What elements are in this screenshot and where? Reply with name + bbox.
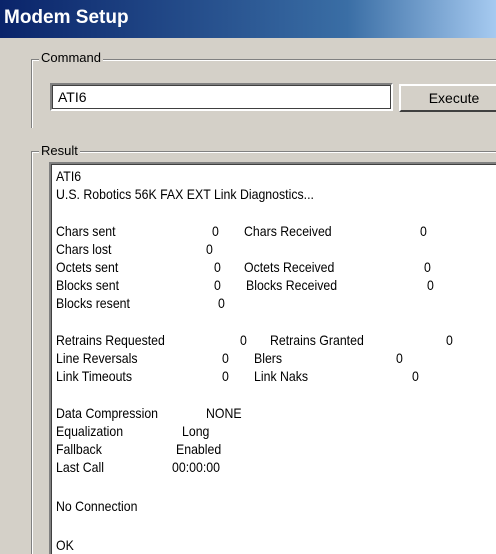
chars-sent-value: 0	[212, 223, 219, 239]
last-call-label: Last Call	[56, 459, 104, 475]
retrains-requested-label: Retrains Requested	[56, 332, 165, 348]
window-title: Modem Setup	[4, 7, 129, 28]
blocks-received-label: Blocks Received	[246, 277, 338, 293]
blers-value: 0	[396, 350, 403, 366]
blocks-resent-value: 0	[218, 295, 225, 311]
fallback-value: Enabled	[176, 441, 222, 457]
blocks-sent-label: Blocks sent	[56, 277, 120, 293]
link-naks-label: Link Naks	[254, 368, 309, 384]
command-input-value: ATI6	[58, 89, 87, 105]
command-input[interactable]: ATI6	[50, 83, 393, 111]
octets-received-label: Octets Received	[244, 259, 335, 275]
result-command-echo: ATI6	[56, 168, 82, 184]
line-reversals-label: Line Reversals	[56, 350, 138, 366]
chars-received-label: Chars Received	[244, 223, 332, 239]
octets-received-value: 0	[424, 259, 431, 275]
link-timeouts-value: 0	[222, 368, 229, 384]
command-group-label: Command	[39, 50, 103, 65]
chars-received-value: 0	[420, 223, 427, 239]
data-compression-label: Data Compression	[56, 405, 159, 421]
blocks-sent-value: 0	[214, 277, 221, 293]
retrains-granted-label: Retrains Granted	[270, 332, 364, 348]
chars-sent-label: Chars sent	[56, 223, 116, 239]
link-timeouts-label: Link Timeouts	[56, 368, 133, 384]
modem-setup-window: Modem Setup Command ATI6 Execute Result …	[0, 0, 496, 554]
equalization-value: Long	[182, 423, 210, 439]
retrains-granted-value: 0	[446, 332, 453, 348]
data-compression-value: NONE	[206, 405, 242, 421]
result-output[interactable]: ATI6 U.S. Robotics 56K FAX EXT Link Diag…	[49, 162, 496, 554]
octets-sent-value: 0	[214, 259, 221, 275]
execute-button[interactable]: Execute	[399, 84, 496, 112]
chars-lost-value: 0	[206, 241, 213, 257]
blers-label: Blers	[254, 350, 283, 366]
blocks-received-value: 0	[427, 277, 434, 293]
ok-response: OK	[56, 537, 74, 553]
fallback-label: Fallback	[56, 441, 102, 457]
blocks-resent-label: Blocks resent	[56, 295, 130, 311]
equalization-label: Equalization	[56, 423, 124, 439]
result-group-label: Result	[39, 143, 80, 158]
last-call-value: 00:00:00	[172, 459, 220, 475]
link-naks-value: 0	[412, 368, 419, 384]
line-reversals-value: 0	[222, 350, 229, 366]
retrains-requested-value: 0	[240, 332, 247, 348]
octets-sent-label: Octets sent	[56, 259, 119, 275]
title-bar[interactable]: Modem Setup	[0, 0, 496, 38]
connection-status: No Connection	[56, 498, 138, 514]
result-header: U.S. Robotics 56K FAX EXT Link Diagnosti…	[56, 186, 314, 202]
chars-lost-label: Chars lost	[56, 241, 112, 257]
